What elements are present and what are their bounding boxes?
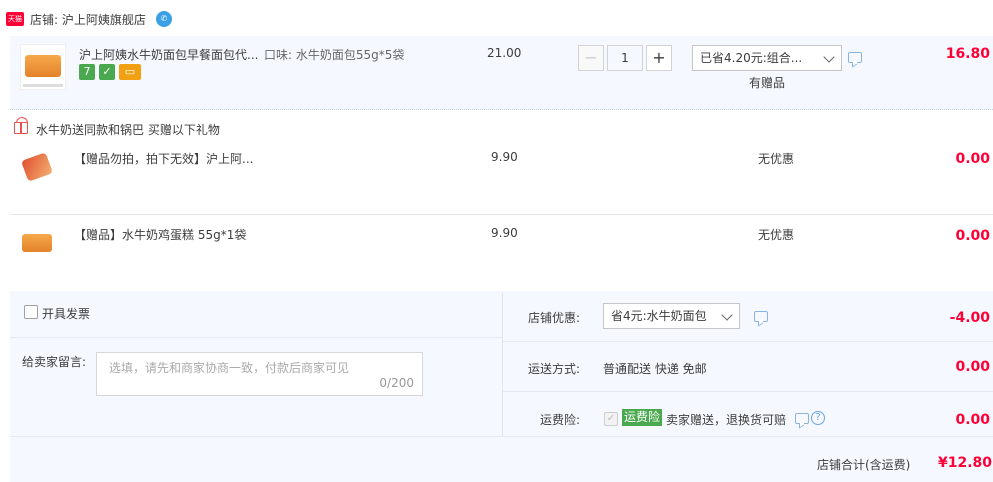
help-icon[interactable]: ? <box>811 411 825 425</box>
insurance-tag: 运费险 <box>622 409 663 426</box>
quantity-minus-button[interactable]: − <box>578 45 604 71</box>
gift-item-price-1: 9.90 <box>491 150 518 164</box>
gift-item-subtotal-2: 0.00 <box>955 228 990 244</box>
ww-chat-icon[interactable]: ✆ <box>156 11 172 27</box>
divider <box>10 436 993 437</box>
promo-info-icon[interactable] <box>848 52 862 63</box>
item-subtotal: 16.80 <box>945 46 990 62</box>
shop-header: 天猫 店铺: 沪上阿姨旗舰店 ✆ <box>0 0 993 36</box>
card-pay-icon[interactable]: ▭ <box>119 64 141 80</box>
shop-name-link[interactable]: 店铺: 沪上阿姨旗舰店 <box>30 11 146 28</box>
shipping-label: 运送方式: <box>527 362 580 376</box>
message-label: 给卖家留言: <box>22 355 87 369</box>
item-sku: 口味: 水牛奶面包55g*5袋 <box>264 48 405 62</box>
shop-total-amount: ¥12.80 <box>938 455 993 471</box>
insurance-label: 运费险: <box>539 413 580 427</box>
divider <box>10 337 502 338</box>
item-unit-price: 21.00 <box>487 46 522 60</box>
shipping-method: 普通配送 快递 免邮 <box>603 362 707 376</box>
item-title-link[interactable]: 沪上阿姨水牛奶面包早餐面包代... <box>79 46 258 63</box>
insurance-amount: 0.00 <box>955 412 990 428</box>
gift-item-promo-2: 无优惠 <box>758 228 795 242</box>
invoice-label[interactable]: 开具发票 <box>42 305 90 322</box>
quantity-input[interactable]: 1 <box>607 45 643 71</box>
shipping-amount: 0.00 <box>955 359 990 375</box>
discount-info-icon[interactable] <box>754 311 768 322</box>
gift-item-subtotal-1: 0.00 <box>955 151 990 167</box>
gift-thumbnail-1[interactable] <box>20 150 54 184</box>
gift-item-promo-1: 无优惠 <box>758 152 795 166</box>
chevron-down-icon <box>823 51 835 63</box>
gift-item-title-2[interactable]: 【赠品】水牛奶鸡蛋糕 55g*1袋 <box>74 226 246 243</box>
message-char-count: 0/200 <box>379 376 414 390</box>
seven-day-return-icon[interactable]: 7 <box>79 64 95 80</box>
gift-note: 有赠品 <box>749 76 786 90</box>
insurance-text: 卖家赠送，退换货可赔 <box>666 413 787 427</box>
insurance-chat-icon[interactable] <box>795 413 809 424</box>
chevron-down-icon <box>721 309 733 321</box>
shop-discount-value: 省4元:水牛奶面包 <box>611 309 707 323</box>
product-thumbnail[interactable] <box>20 44 66 90</box>
shop-discount-select[interactable]: 省4元:水牛奶面包 <box>603 303 740 329</box>
gift-section-title: 水牛奶送同款和锅巴 买赠以下礼物 <box>36 123 220 137</box>
gift-item-title-1[interactable]: 【赠品勿拍，拍下无效】沪上阿... <box>74 150 253 167</box>
seller-message-input[interactable]: 选填，请先和商家协商一致，付款后商家可见 0/200 <box>96 352 423 396</box>
gift-icon <box>14 117 28 134</box>
shop-discount-amount: -4.00 <box>949 310 990 326</box>
promo-select[interactable]: 已省4.20元:组合... <box>692 45 842 71</box>
insurance-checkbox[interactable]: ✓ <box>604 412 618 426</box>
quantity-plus-button[interactable]: + <box>646 45 672 71</box>
invoice-checkbox[interactable] <box>24 305 38 319</box>
promo-select-value: 已省4.20元:组合... <box>700 51 803 65</box>
gift-thumbnail-2[interactable] <box>20 228 54 258</box>
shop-discount-label: 店铺优惠: <box>527 311 580 325</box>
divider <box>503 391 993 392</box>
divider <box>10 214 993 215</box>
tmall-icon: 天猫 <box>6 12 24 26</box>
divider <box>503 341 993 342</box>
message-placeholder: 选填，请先和商家协商一致，付款后商家可见 <box>109 361 350 375</box>
shop-total-label: 店铺合计(含运费) <box>817 458 911 472</box>
gift-item-price-2: 9.90 <box>491 226 518 240</box>
quality-guarantee-icon[interactable]: ✓ <box>99 64 115 80</box>
